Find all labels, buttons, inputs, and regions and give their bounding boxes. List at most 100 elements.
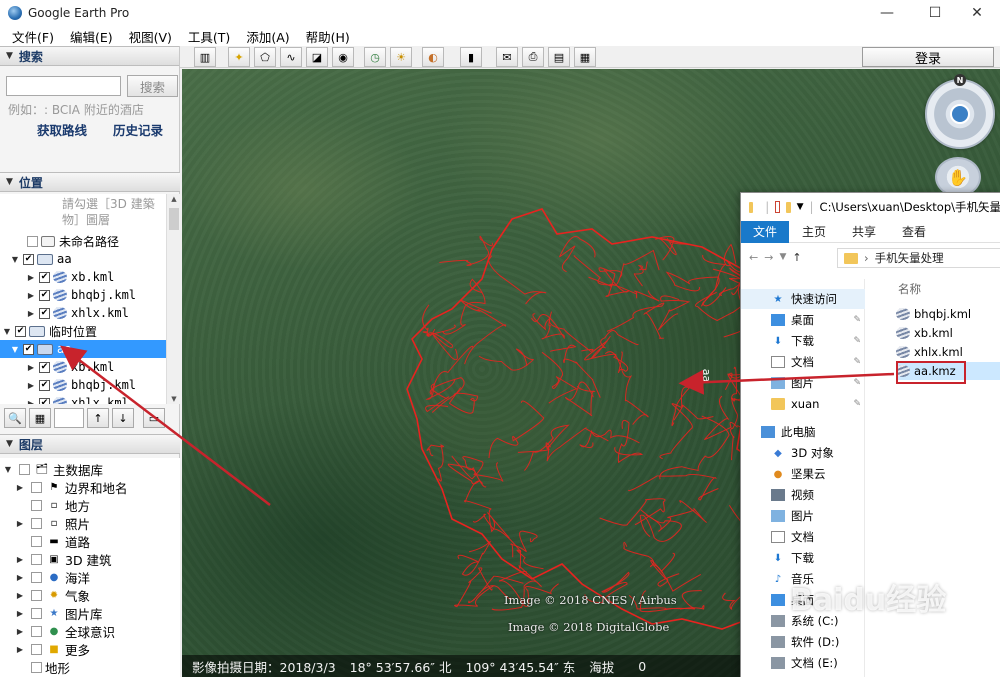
sunlight-icon[interactable]: ☀ bbox=[390, 47, 412, 67]
get-directions-link[interactable]: 获取路线 bbox=[37, 120, 87, 139]
tree-item-xhlx-kml[interactable]: ▶ ✔ xhlx.kml bbox=[0, 304, 166, 322]
expand-icon[interactable]: ▶ bbox=[12, 483, 28, 492]
ruler-icon[interactable]: ▮ bbox=[460, 47, 482, 67]
toggle-panel-button[interactable]: ▦ bbox=[29, 408, 51, 428]
layer-terrain[interactable]: 地形 bbox=[0, 658, 180, 676]
file-item-bhqbj-kml[interactable]: bhqbj.kml bbox=[896, 305, 1000, 323]
scroll-up-icon[interactable]: ▲ bbox=[167, 195, 181, 203]
expand-icon[interactable]: ▶ bbox=[12, 591, 28, 600]
checkbox[interactable] bbox=[31, 643, 42, 655]
checkbox[interactable] bbox=[31, 571, 42, 583]
save-image-icon[interactable]: ▤ bbox=[548, 47, 570, 67]
checkbox[interactable] bbox=[31, 535, 42, 547]
up-arrow-icon[interactable]: ↑ bbox=[792, 251, 801, 264]
recent-dropdown-icon[interactable]: ▼ bbox=[779, 252, 786, 262]
expand-icon[interactable]: ▶ bbox=[12, 555, 28, 564]
pin-icon[interactable]: ✎ bbox=[853, 357, 861, 367]
layer-primary-database[interactable]: ▼ 🗂 主数据库 bbox=[0, 460, 180, 478]
checkbox[interactable]: ✔ bbox=[15, 325, 26, 337]
search-input[interactable] bbox=[6, 76, 121, 96]
places-panel-header[interactable]: ▼ 位置 bbox=[0, 172, 180, 192]
pin-icon[interactable]: ✎ bbox=[853, 399, 861, 409]
tree-item-temporary-places[interactable]: ▼ ✔ 临时位置 bbox=[0, 322, 166, 340]
tree-item-xb-kml[interactable]: ▶ ✔ xb.kml bbox=[0, 268, 166, 286]
expand-icon[interactable]: ▶ bbox=[26, 381, 36, 390]
expand-icon[interactable]: ▶ bbox=[12, 645, 28, 654]
scroll-down-icon[interactable]: ▼ bbox=[167, 395, 181, 403]
expand-icon[interactable]: ▶ bbox=[26, 309, 36, 318]
nav-3d-objects[interactable]: ◆ 3D 对象 bbox=[741, 443, 865, 463]
layer-places[interactable]: ▫ 地方 bbox=[0, 496, 180, 514]
layer-weather[interactable]: ▶ ✹ 气象 bbox=[0, 586, 180, 604]
nav-jianguoyun[interactable]: ● 坚果云 bbox=[741, 464, 865, 484]
record-tour-icon[interactable]: ◉ bbox=[332, 47, 354, 67]
expand-icon[interactable]: ▶ bbox=[26, 363, 36, 372]
hand-pan-icon[interactable]: ✋ bbox=[935, 157, 981, 197]
menu-tools[interactable]: 工具(T) bbox=[180, 27, 238, 46]
nav-pictures[interactable]: 图片 ✎ bbox=[741, 373, 865, 393]
expand-icon[interactable]: ▼ bbox=[10, 255, 20, 264]
new-folder-icon[interactable] bbox=[786, 201, 791, 213]
history-link[interactable]: 历史记录 bbox=[113, 120, 163, 139]
checkbox[interactable]: ✔ bbox=[39, 379, 50, 391]
checkbox[interactable] bbox=[19, 463, 30, 475]
nav-drive-d[interactable]: 软件 (D:) bbox=[741, 632, 865, 652]
planets-icon[interactable]: ◐ bbox=[422, 47, 444, 67]
maximize-button[interactable]: ☐ bbox=[912, 0, 958, 26]
tree-item-aa-selected[interactable]: ▼ ✔ aa bbox=[0, 340, 166, 358]
minimize-button[interactable]: — bbox=[864, 0, 910, 26]
ribbon-tab-share[interactable]: 共享 bbox=[839, 223, 889, 240]
menu-file[interactable]: 文件(F) bbox=[4, 27, 62, 46]
checkbox[interactable]: ✔ bbox=[39, 361, 50, 373]
ribbon-tab-home[interactable]: 主页 bbox=[789, 223, 839, 240]
checkbox[interactable] bbox=[31, 607, 42, 619]
folder-button[interactable]: ▭ bbox=[143, 408, 165, 428]
menu-help[interactable]: 帮助(H) bbox=[298, 27, 358, 46]
eye-icon[interactable] bbox=[950, 104, 970, 124]
email-icon[interactable]: ✉ bbox=[496, 47, 518, 67]
nav-documents[interactable]: 文档 ✎ bbox=[741, 352, 865, 372]
move-up-button[interactable]: ↑ bbox=[87, 408, 109, 428]
pin-icon[interactable]: ✎ bbox=[853, 336, 861, 346]
checkbox[interactable]: ✔ bbox=[23, 253, 34, 265]
checkbox[interactable]: ✔ bbox=[39, 307, 50, 319]
breadcrumb[interactable]: 手机矢量处理 bbox=[875, 250, 944, 266]
layer-borders[interactable]: ▶ ⚑ 边界和地名 bbox=[0, 478, 180, 496]
checkbox[interactable] bbox=[31, 553, 42, 565]
file-item-xb-kml[interactable]: xb.kml bbox=[896, 324, 1000, 342]
expand-icon[interactable]: ▼ bbox=[2, 327, 12, 336]
layer-more[interactable]: ▶ ■ 更多 bbox=[0, 640, 180, 658]
nav-pictures-pc[interactable]: 图片 bbox=[741, 506, 865, 526]
checkbox[interactable] bbox=[31, 661, 42, 673]
places-filter-input[interactable] bbox=[54, 408, 84, 428]
expand-icon[interactable]: ▶ bbox=[26, 273, 36, 282]
tree-item-xb-kml[interactable]: ▶ ✔ xb.kml bbox=[0, 358, 166, 376]
checkbox[interactable]: ✔ bbox=[39, 271, 50, 283]
file-item-xhlx-kml[interactable]: xhlx.kml bbox=[896, 343, 1000, 361]
expand-icon[interactable]: ▶ bbox=[12, 627, 28, 636]
nav-drive-e[interactable]: 文档 (E:) bbox=[741, 653, 865, 673]
expand-icon[interactable]: ▼ bbox=[0, 465, 16, 474]
north-indicator[interactable]: N bbox=[954, 74, 966, 86]
nav-desktop[interactable]: 桌面 ✎ bbox=[741, 310, 865, 330]
nav-xuan[interactable]: xuan ✎ bbox=[741, 394, 865, 414]
layer-3d-buildings[interactable]: ▶ ▣ 3D 建筑 bbox=[0, 550, 180, 568]
tree-item-bhqbj-kml[interactable]: ▶ ✔ bhqbj.kml bbox=[0, 376, 166, 394]
checkbox[interactable] bbox=[31, 589, 42, 601]
ribbon-tab-view[interactable]: 查看 bbox=[889, 223, 939, 240]
expand-icon[interactable]: ▶ bbox=[26, 291, 36, 300]
layer-global-awareness[interactable]: ▶ ● 全球意识 bbox=[0, 622, 180, 640]
checkbox[interactable]: ✔ bbox=[23, 343, 34, 355]
search-panel-header[interactable]: ▼ 搜索 bbox=[0, 46, 179, 66]
checkbox[interactable] bbox=[31, 481, 42, 493]
forward-arrow-icon[interactable]: → bbox=[764, 251, 773, 264]
back-arrow-icon[interactable]: ← bbox=[749, 251, 758, 264]
column-header-name[interactable]: 名称 bbox=[898, 281, 921, 297]
layer-roads[interactable]: ▬ 道路 bbox=[0, 532, 180, 550]
layer-gallery[interactable]: ▶ ★ 图片库 bbox=[0, 604, 180, 622]
nav-videos[interactable]: 视频 bbox=[741, 485, 865, 505]
menu-add[interactable]: 添加(A) bbox=[238, 27, 297, 46]
menu-edit[interactable]: 编辑(E) bbox=[62, 27, 121, 46]
menu-view[interactable]: 视图(V) bbox=[121, 27, 180, 46]
print-icon[interactable]: ⎙ bbox=[522, 47, 544, 67]
